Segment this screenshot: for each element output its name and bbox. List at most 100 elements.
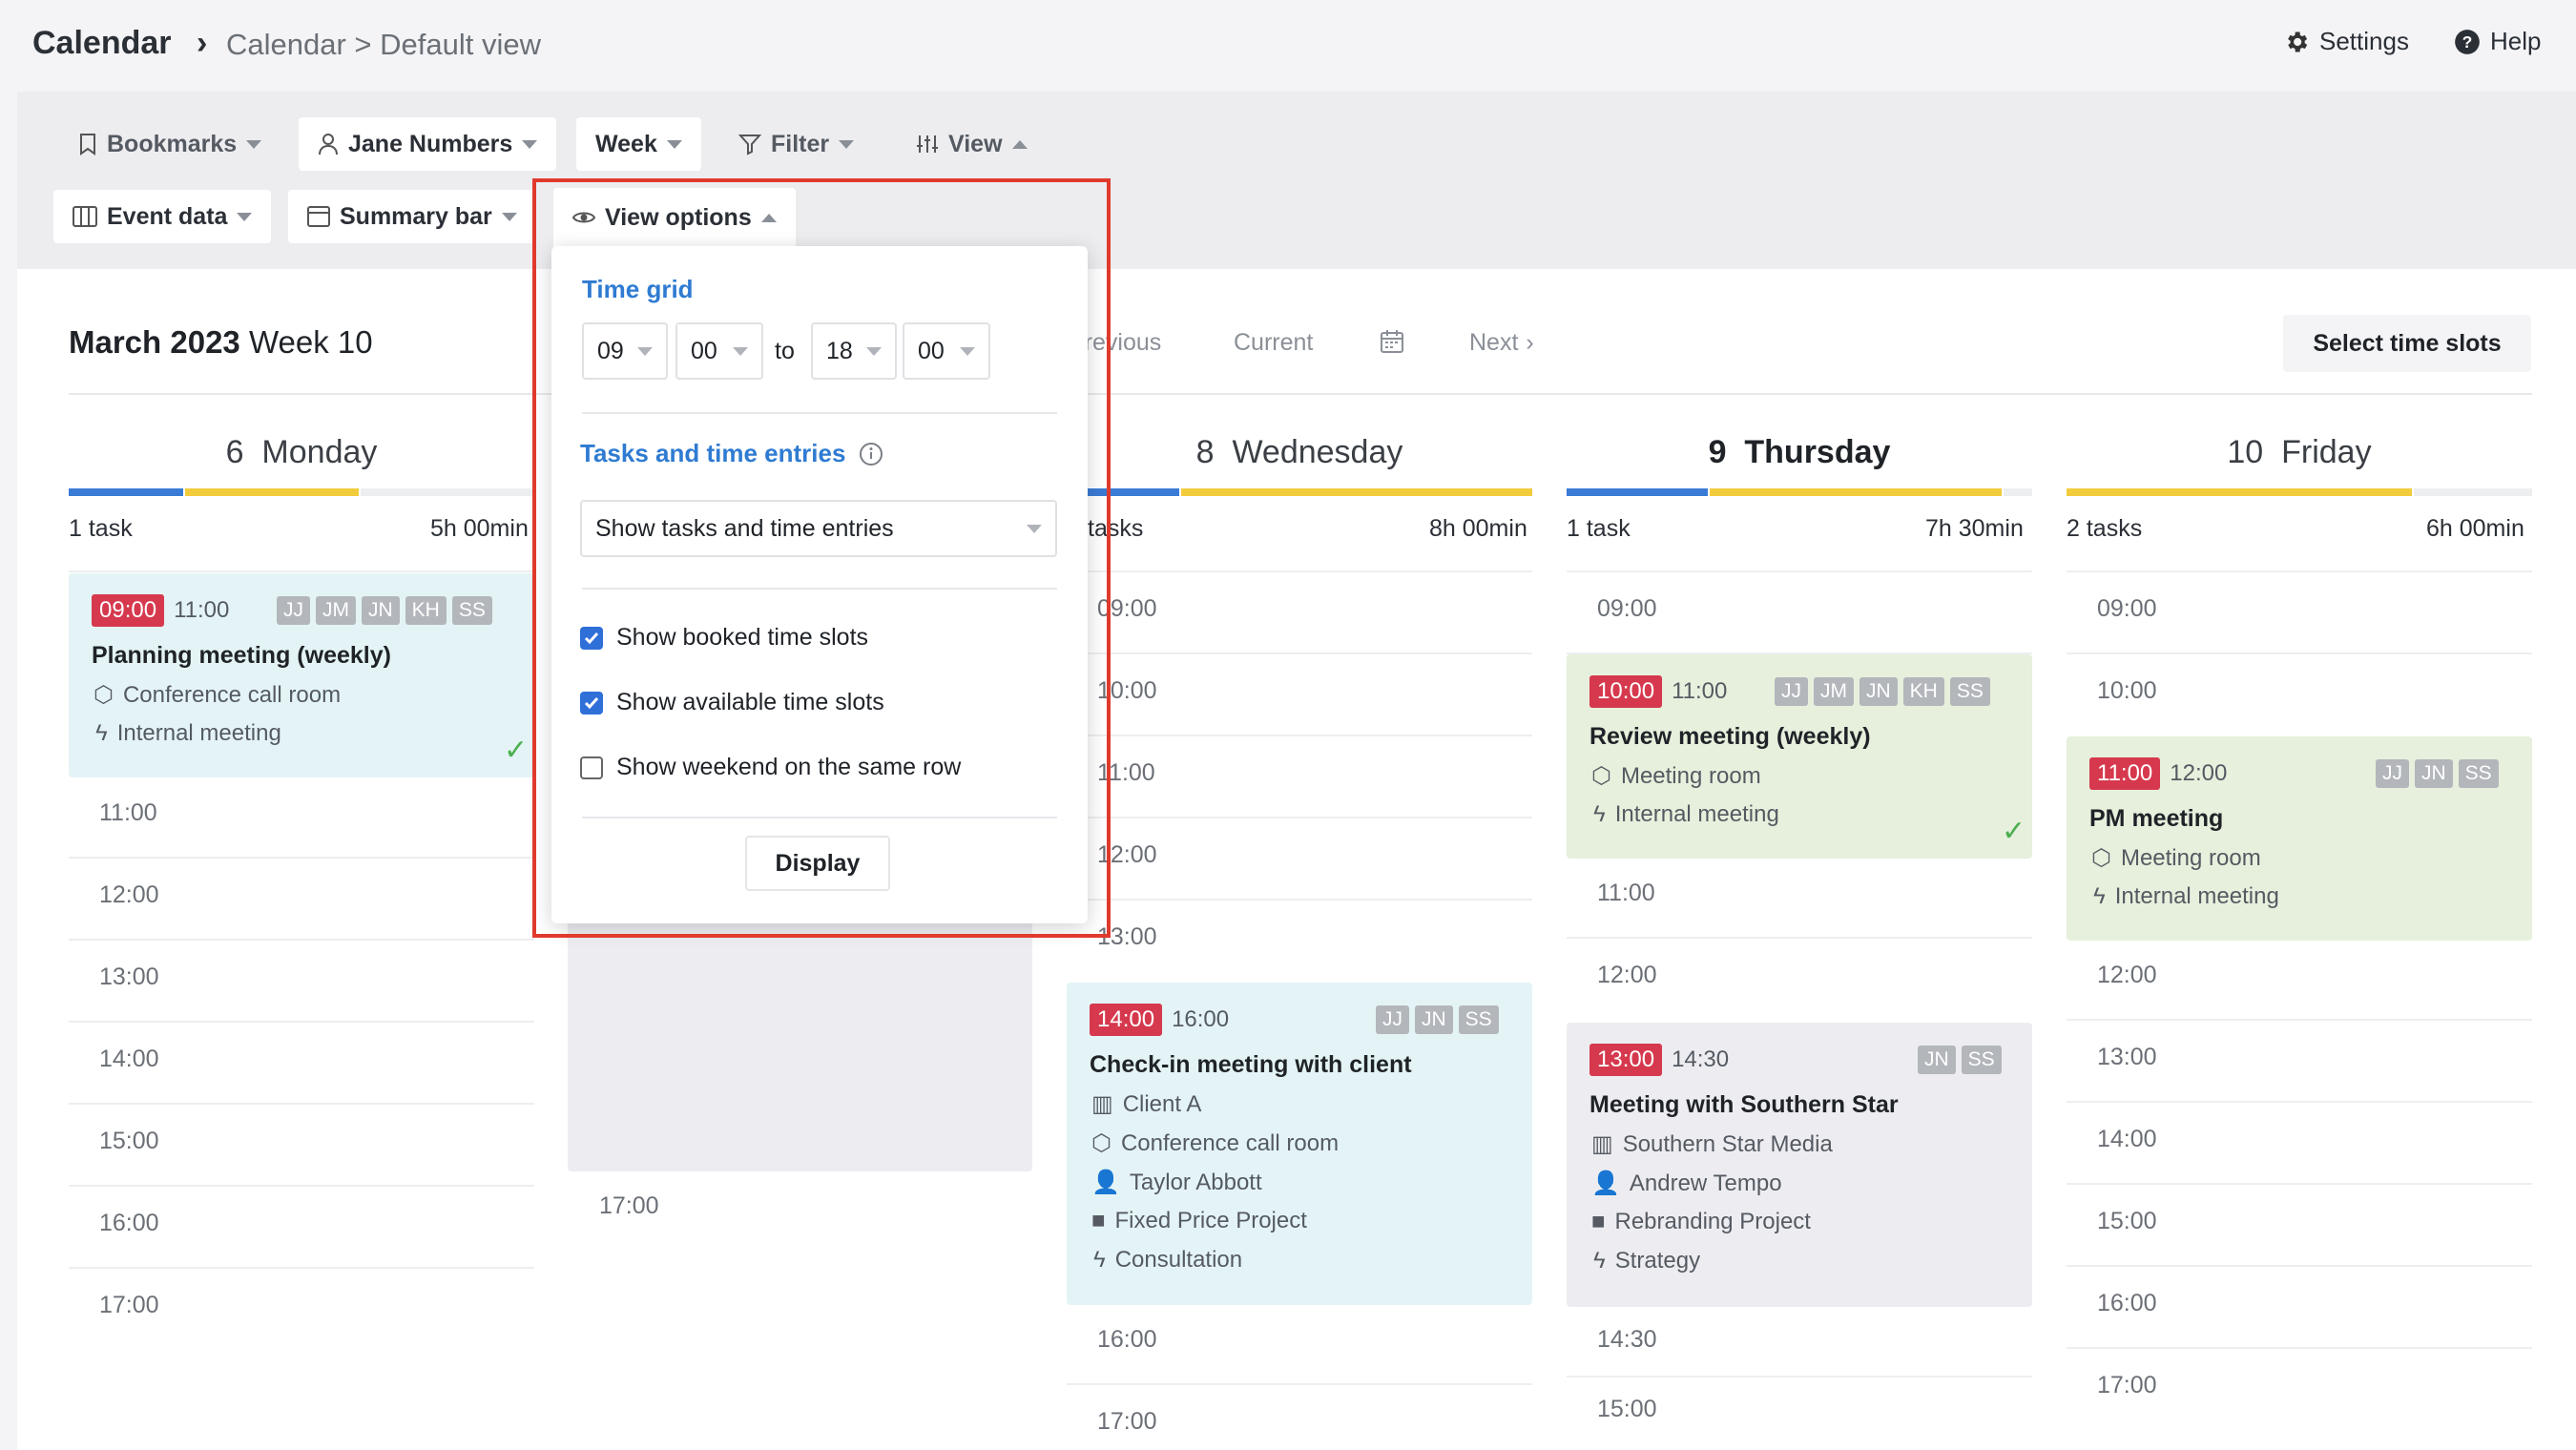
grid-line — [2067, 1101, 2532, 1103]
hours-total: 8h 00min — [1429, 515, 1527, 542]
user-label: Jane Numbers — [348, 130, 513, 157]
day-header-friday[interactable]: 10 Friday — [2067, 434, 2532, 471]
event-pm-meeting[interactable]: 11:00 12:00 JJ JN SS PM meeting ⬡ Meeting ro… — [2067, 736, 2532, 941]
event-person: Taylor Abbott — [1129, 1169, 1262, 1195]
day-header-monday[interactable]: 6 Monday — [69, 434, 534, 471]
grid-line — [69, 1021, 534, 1023]
event-client: Client A — [1122, 1090, 1202, 1117]
summary-bar-label: Summary bar — [340, 202, 492, 230]
page-title: Calendar — [32, 25, 172, 61]
day-header-thursday[interactable]: 9 Thursday — [1567, 434, 2032, 471]
time-label: 09:00 — [1597, 595, 1657, 622]
day-header-wednesday[interactable]: 8 Wednesday — [1067, 434, 1532, 471]
period-label: Week — [595, 130, 657, 157]
progress-remaining — [2414, 488, 2532, 496]
attendee-initials: JJ JM JN KH SS — [277, 596, 492, 625]
event-room: Conference call room — [122, 681, 342, 708]
person-icon: 👤 — [1591, 1170, 1620, 1196]
grid-line — [1567, 570, 2032, 572]
grid-line — [1067, 735, 1532, 736]
time-label: 12:00 — [1597, 962, 1657, 988]
event-type: Consultation — [1114, 1247, 1243, 1273]
grid-line — [2067, 570, 2532, 572]
check-icon: ✓ — [2002, 816, 2026, 847]
next-button[interactable]: Next › — [1469, 329, 1534, 357]
panel-icon — [307, 206, 330, 227]
event-data-label: Event data — [107, 202, 228, 230]
progress-available — [185, 488, 359, 496]
help-link[interactable]: ? Help — [2454, 27, 2541, 56]
current-button[interactable]: Current — [1234, 329, 1313, 357]
next-label: Next — [1469, 329, 1519, 356]
room-icon: ⬡ — [93, 682, 114, 708]
time-label: 16:00 — [1097, 1326, 1157, 1353]
event-end-time: 11:00 — [174, 597, 230, 623]
bolt-icon: ϟ — [1593, 801, 1606, 827]
time-label: 10:00 — [2097, 677, 2157, 704]
bookmark-icon — [80, 134, 95, 155]
select-time-slots-button[interactable]: Select time slots — [2283, 315, 2531, 372]
time-label: 12:00 — [99, 881, 159, 908]
bookmarks-button[interactable]: Bookmarks — [59, 117, 280, 171]
filter-icon — [738, 135, 761, 155]
event-title: Review meeting (weekly) — [1589, 723, 1871, 750]
filter-label: Filter — [771, 130, 830, 157]
grid-line — [69, 939, 534, 941]
sliders-icon — [917, 135, 938, 153]
grid-line — [69, 570, 534, 572]
time-label: 15:00 — [99, 1128, 159, 1154]
event-southern-star-meeting[interactable]: 13:00 14:30 JN SS Meeting with Southern St… — [1567, 1023, 2032, 1307]
event-check-in-meeting[interactable]: 14:00 16:00 JJ JN SS Check-in meeting with … — [1067, 983, 1532, 1305]
bolt-icon: ϟ — [95, 720, 108, 746]
chevron-down-icon — [501, 212, 517, 221]
view-label: View — [948, 130, 1003, 157]
time-label: 16:00 — [99, 1210, 159, 1236]
grid-line — [1067, 570, 1532, 572]
chevron-right-icon: › — [1526, 329, 1534, 356]
user-selector[interactable]: Jane Numbers — [299, 117, 557, 171]
building-icon: ▥ — [1591, 1131, 1613, 1157]
filter-button[interactable]: Filter — [719, 117, 873, 171]
time-label: 17:00 — [99, 1292, 159, 1318]
time-label: 17:00 — [1097, 1408, 1157, 1435]
period-selector[interactable]: Week — [576, 117, 701, 171]
event-start-time: 14:00 — [1090, 1004, 1163, 1036]
view-button[interactable]: View — [897, 117, 1047, 171]
event-end-time: 12:00 — [2170, 760, 2228, 786]
grid-line — [1567, 1376, 2032, 1378]
progress-available — [2067, 488, 2412, 496]
bookmarks-label: Bookmarks — [107, 130, 238, 157]
event-type: Internal meeting — [116, 720, 281, 746]
event-review-meeting[interactable]: 10:00 11:00 JJ JM JN KH SS Review meeting (we… — [1567, 654, 2032, 859]
time-label: 14:00 — [2097, 1126, 2157, 1152]
summary-bar-button[interactable]: Summary bar — [288, 190, 536, 243]
event-project: Rebranding Project — [1614, 1209, 1811, 1234]
check-icon: ✓ — [504, 735, 529, 766]
event-start-time: 10:00 — [1589, 675, 1663, 708]
calendar-picker-icon[interactable] — [1380, 329, 1404, 354]
columns-icon — [73, 206, 97, 227]
event-room: Meeting room — [1620, 762, 1761, 789]
user-icon — [319, 134, 338, 155]
chevron-down-icon — [246, 139, 262, 149]
grid-line — [69, 1185, 534, 1187]
event-client: Southern Star Media — [1622, 1130, 1833, 1157]
grid-line — [1067, 652, 1532, 654]
progress-remaining — [361, 488, 534, 496]
briefcase-icon: ■ — [1591, 1209, 1606, 1234]
task-count: 2 tasks — [2067, 515, 2143, 542]
event-hidden-tuesday[interactable] — [568, 916, 1032, 1171]
grid-line — [2067, 1265, 2532, 1267]
bolt-icon: ϟ — [2093, 883, 2106, 909]
event-start-time: 09:00 — [92, 594, 165, 627]
grid-line — [2067, 1019, 2532, 1021]
time-label: 13:00 — [99, 963, 159, 990]
grid-line — [2067, 1183, 2532, 1185]
progress-available — [1181, 488, 1532, 496]
attendee-initials: JN SS — [1918, 1046, 2002, 1074]
breadcrumb[interactable]: Calendar > Default view — [226, 28, 541, 62]
time-label: 14:00 — [99, 1046, 159, 1072]
settings-link[interactable]: Settings — [2283, 27, 2409, 56]
event-data-button[interactable]: Event data — [53, 190, 272, 243]
event-planning-meeting[interactable]: 09:00 11:00 JJ JM JN KH SS Planning meeting (… — [69, 573, 534, 777]
